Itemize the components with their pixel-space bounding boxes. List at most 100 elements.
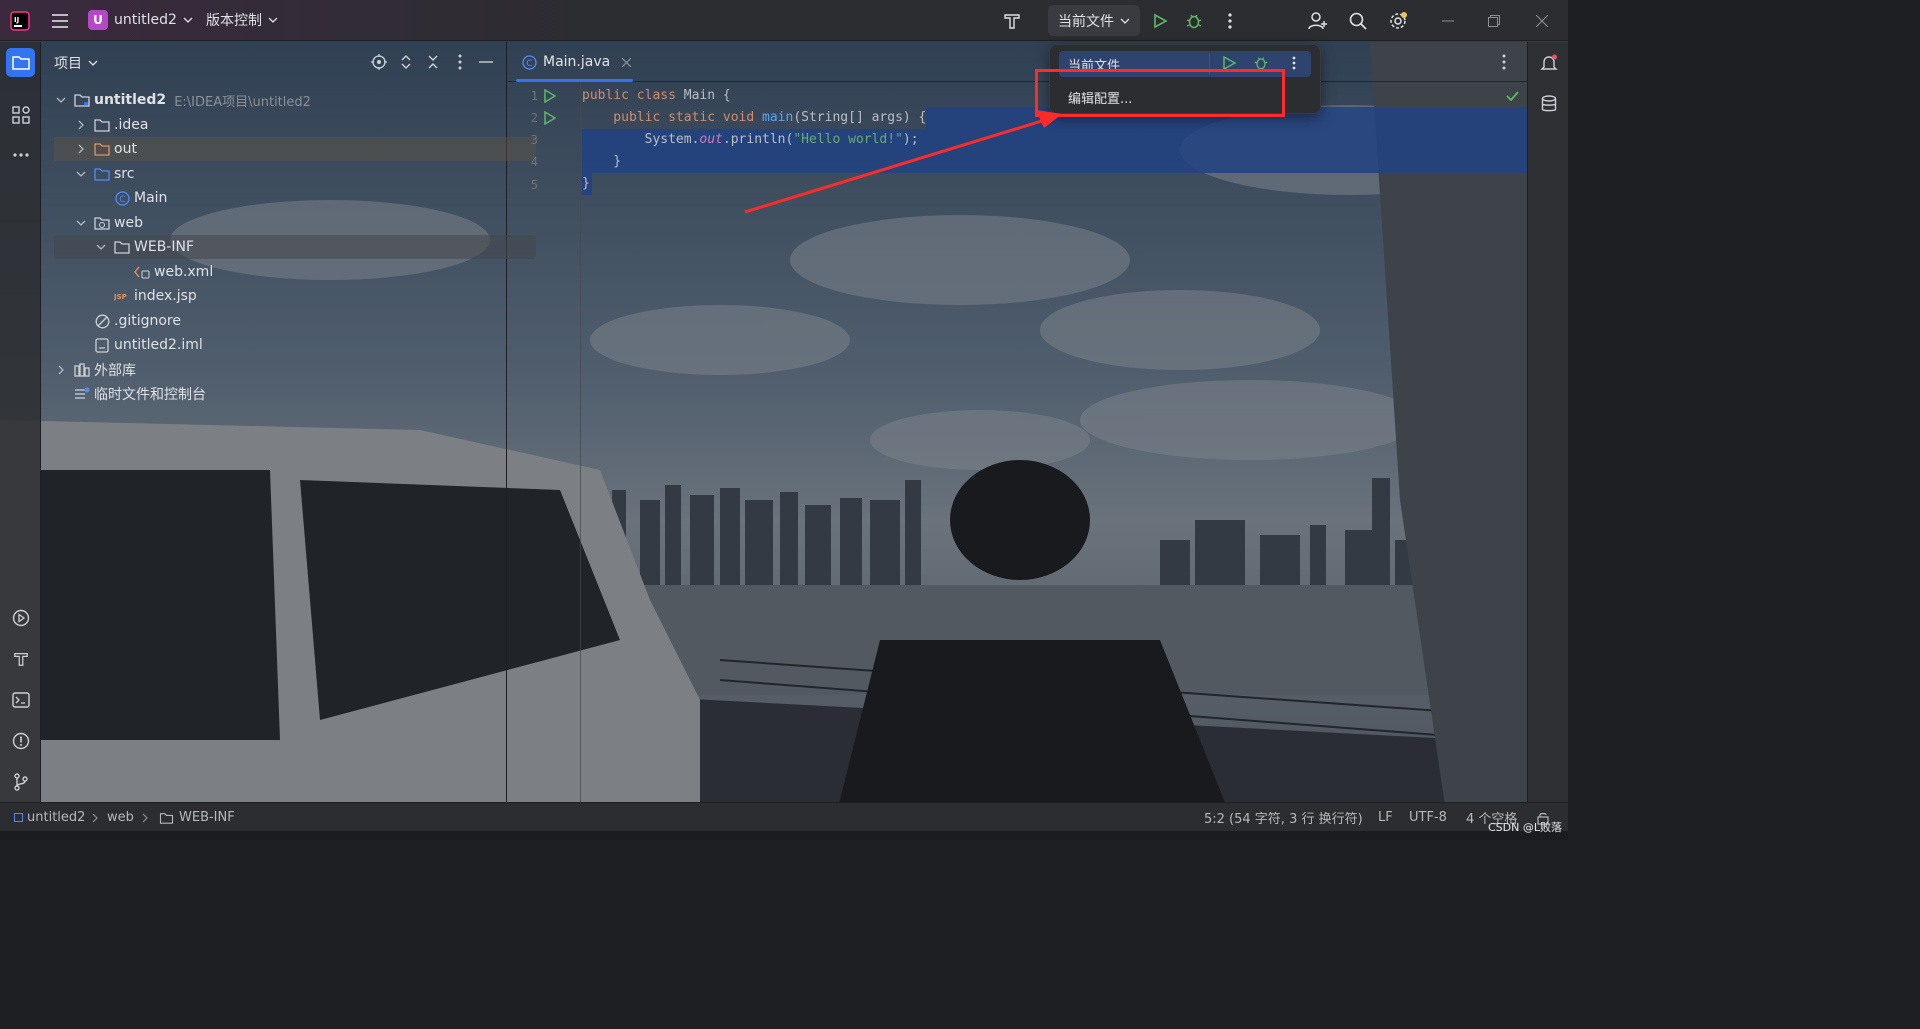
options-icon[interactable] [458,54,462,70]
tree-item-web-xml[interactable]: web.xml [54,260,536,284]
notifications-bell-icon[interactable] [1534,48,1563,77]
line-number: 2 [530,111,538,125]
more-tools-icon[interactable] [6,140,35,169]
expand-all-icon[interactable] [400,54,412,70]
database-icon[interactable] [1534,89,1563,118]
xml-file-icon [134,264,150,280]
close-window-icon[interactable] [1530,9,1554,33]
tree-item-external-libs[interactable]: 外部库 [54,358,536,382]
git-branch-icon[interactable] [6,767,35,796]
settings-gear-icon[interactable] [1386,9,1410,33]
build-icon[interactable] [6,644,35,673]
terminal-icon[interactable] [6,685,35,714]
code-line-4[interactable]: } [582,154,621,169]
project-tool-folder-icon[interactable] [6,48,35,77]
tree-item-gitignore[interactable]: .gitignore [54,309,536,333]
folder-icon [94,117,110,133]
text-selection [582,151,1527,173]
run-icon[interactable] [1148,9,1172,33]
tree-item-root[interactable]: untitled2 E:\IDEA项目\untitled2 [54,88,536,112]
breadcrumb-web[interactable]: web [107,803,134,832]
close-tab-icon[interactable] [622,57,632,67]
run-config-selector[interactable]: 当前文件 [1048,5,1140,36]
breadcrumb-project[interactable]: untitled2 [14,803,85,832]
more-actions-icon[interactable] [1218,9,1242,33]
chevron-right-icon[interactable] [74,118,88,132]
structure-icon[interactable] [6,100,35,129]
tree-item-label: out [114,141,137,157]
line-number: 3 [530,133,538,147]
code-line-1[interactable]: public class Main { [582,88,731,103]
vcs-menu[interactable]: 版本控制 [206,8,278,32]
breadcrumb-web-inf[interactable]: WEB-INF [159,803,235,832]
project-switcher[interactable]: U untitled2 [88,8,193,32]
line-number: 1 [530,89,538,103]
main-menu-icon[interactable] [48,9,72,33]
tree-item-src[interactable]: src [54,162,536,186]
collapse-all-icon[interactable] [427,54,439,70]
restore-window-icon[interactable] [1482,9,1506,33]
module-icon [14,813,23,822]
chevron-down-icon[interactable] [94,240,108,254]
right-tool-strip [1527,42,1568,802]
build-hammer-icon[interactable] [1000,9,1024,33]
project-view-selector[interactable]: 项目 [54,53,98,73]
tree-item-out[interactable]: out [54,137,536,161]
tree-item-index-jsp[interactable]: JSP index.jsp [54,284,536,308]
chevron-right-icon[interactable] [74,142,88,156]
scratches-icon [74,386,90,402]
chevron-right-icon [92,803,98,832]
chevron-down-icon [183,17,193,23]
more-actions-icon[interactable] [1292,56,1296,70]
tree-item-main[interactable]: C Main [54,186,536,210]
project-name: untitled2 [114,12,177,28]
chevron-right-icon[interactable] [54,363,68,377]
caret-position[interactable]: 5:2 (54 字符, 3 行 换行符) [1204,803,1363,832]
run-icon[interactable] [1222,56,1236,70]
run-gutter-icon[interactable] [543,89,556,103]
project-panel-header: 项目 [42,42,507,82]
line-separator[interactable]: LF [1378,803,1393,832]
java-class-icon: C [114,190,130,206]
module-file-icon [94,337,110,353]
code-line-2[interactable]: public static void main(String[] args) { [582,110,926,125]
tree-item-path: E:\IDEA项目\untitled2 [174,94,311,110]
add-user-icon[interactable] [1306,9,1330,33]
problems-icon[interactable] [6,726,35,755]
breadcrumb-label: web [107,810,134,825]
editor-options-icon[interactable] [1502,54,1506,70]
search-icon[interactable] [1346,9,1370,33]
tree-item-label: web.xml [154,264,214,280]
tree-item-iml[interactable]: untitled2.iml [54,333,536,357]
chevron-down-icon[interactable] [74,167,88,181]
file-encoding[interactable]: UTF-8 [1409,803,1447,832]
hide-panel-icon[interactable] [479,61,493,63]
tab-main-java[interactable]: C Main.java [516,42,637,82]
tree-item-label: 临时文件和控制台 [94,387,206,403]
tree-item-label: .gitignore [114,313,181,329]
tree-item-web[interactable]: web [54,211,536,235]
svg-text:IJ: IJ [14,16,19,24]
file-encoding-label: UTF-8 [1409,810,1447,825]
minimize-window-icon[interactable] [1436,9,1460,33]
chevron-down-icon [88,60,98,66]
folder-icon [114,239,130,255]
debug-bug-icon[interactable] [1182,9,1206,33]
jsp-file-icon: JSP [114,288,130,304]
tree-item-idea[interactable]: .idea [54,113,536,137]
code-line-3[interactable]: System.out.println("Hello world!"); [582,132,919,147]
tree-item-label: src [114,166,135,182]
tree-item-scratches[interactable]: 临时文件和控制台 [54,382,536,406]
code-line-5[interactable]: } [582,176,590,191]
tree-item-label: .idea [114,117,149,133]
locate-file-icon[interactable] [371,54,387,70]
intellij-logo-icon[interactable]: IJ [8,9,32,33]
tree-item-web-inf[interactable]: WEB-INF [54,235,536,259]
java-class-icon: C [522,54,537,70]
chevron-down-icon[interactable] [54,93,68,107]
line-separator-label: LF [1378,810,1393,825]
run-gutter-icon[interactable] [543,111,556,125]
chevron-down-icon[interactable] [74,216,88,230]
annotation-highlight-box [1035,69,1285,117]
services-icon[interactable] [6,603,35,632]
